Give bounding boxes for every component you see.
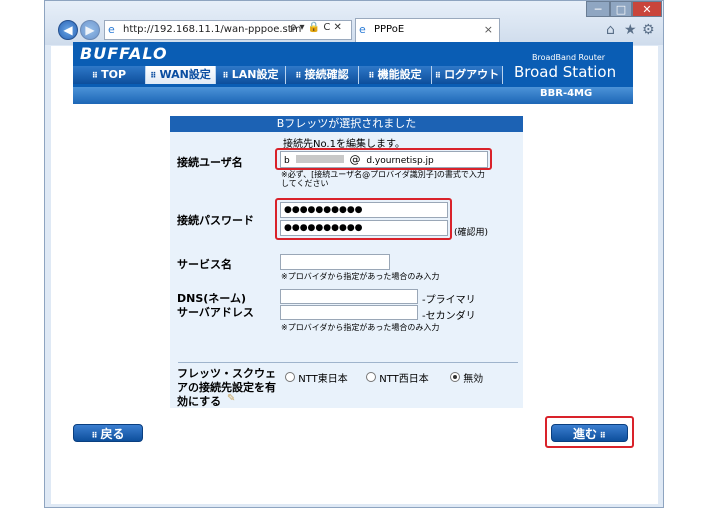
dns-note: ※プロバイダから指定があった場合のみ入力	[281, 323, 440, 332]
menu-dots-icon: ⠿	[91, 71, 99, 80]
edit-pencil-icon: ✎	[227, 393, 236, 404]
router-menu: ⠿ TOP ⠿ WAN設定 ⠿ LAN設定 ⠿ 接続確認 ⠿ 機能設定 ⠿ ログアウト	[73, 66, 503, 86]
user-note: ※必ず、[接続ユーザ名@プロバイダ識別子]の書式で入力してください	[281, 170, 485, 188]
menu-lan-label: LAN設定	[231, 68, 279, 81]
menu-top[interactable]: ⠿ TOP	[73, 66, 146, 84]
product-name: Broad Station	[514, 63, 617, 81]
menu-connection-check[interactable]: ⠿ 接続確認	[286, 66, 359, 84]
maximize-button[interactable]: □	[610, 1, 632, 17]
menu-dots-icon: ⠿	[295, 71, 302, 80]
tab-pppoe[interactable]: e PPPoE ×	[355, 18, 500, 42]
radio-east[interactable]	[285, 372, 295, 382]
favorites-star-icon[interactable]: ★	[624, 22, 637, 38]
service-label: サービス名	[177, 258, 232, 271]
next-highlight-box	[545, 416, 634, 448]
model-name: BBR-4MG	[540, 88, 593, 99]
password-confirm-note: (確認用)	[454, 228, 489, 238]
menu-lan[interactable]: ⠿ LAN設定	[216, 66, 286, 84]
form-title: Bフレッツが選択されました	[170, 116, 523, 132]
menu-top-label: TOP	[101, 68, 127, 81]
dns-label-line2: サーバアドレス	[177, 306, 254, 319]
menu-function-settings[interactable]: ⠿ 機能設定	[359, 66, 432, 84]
home-icon[interactable]: ⌂	[606, 22, 615, 38]
menu-dots-icon: ⠿	[150, 71, 157, 80]
menu-logout-label: ログアウト	[444, 68, 500, 81]
radio-west[interactable]	[366, 372, 376, 382]
back-button-dots-icon: ⠿	[91, 431, 101, 440]
form-divider	[178, 362, 518, 363]
menu-dots-icon: ⠿	[368, 71, 375, 80]
dns-secondary-note: -セカンダリ	[422, 311, 476, 322]
address-tools[interactable]: ρ ▾ 🔒 C ✕	[290, 22, 342, 33]
flets-option-east[interactable]: NTT東日本	[285, 370, 348, 385]
ie-tab-icon: e	[359, 23, 366, 36]
password-highlight-box	[275, 198, 452, 240]
address-url: http://192.168.11.1/wan-pppoe.stm	[123, 24, 302, 35]
password-label: 接続パスワード	[177, 214, 254, 227]
back-button[interactable]: ⠿ 戻る	[73, 424, 143, 442]
tab-title: PPPoE	[374, 24, 405, 35]
menu-dots-icon: ⠿	[222, 71, 229, 80]
flets-option-west[interactable]: NTT西日本	[366, 370, 429, 385]
buffalo-logo: BUFFALO	[80, 44, 168, 63]
dns-primary-note: -プライマリ	[422, 295, 476, 306]
tab-close-icon[interactable]: ×	[484, 19, 493, 41]
dns-secondary-input[interactable]	[280, 305, 418, 320]
gear-icon[interactable]: ⚙	[642, 22, 655, 38]
forward-nav-icon[interactable]: ▶	[80, 20, 100, 40]
user-highlight-box	[275, 148, 492, 170]
menu-wan[interactable]: ⠿ WAN設定	[146, 66, 216, 84]
back-button-label: 戻る	[100, 427, 125, 441]
menu-function-settings-label: 機能設定	[377, 68, 422, 81]
dns-primary-input[interactable]	[280, 289, 418, 304]
back-nav-icon[interactable]: ◀	[58, 20, 78, 40]
ie-icon: e	[108, 23, 115, 36]
minimize-button[interactable]: ─	[586, 1, 610, 17]
flets-option-disabled-label: 無効	[463, 374, 484, 385]
close-button[interactable]: ✕	[632, 1, 662, 17]
menu-logout[interactable]: ⠿ ログアウト	[432, 66, 503, 84]
flets-option-disabled[interactable]: 無効	[450, 370, 483, 385]
menu-dots-icon: ⠿	[434, 71, 442, 80]
menu-wan-label: WAN設定	[159, 68, 211, 81]
menu-connection-check-label: 接続確認	[304, 68, 349, 81]
product-subtitle: BroadBand Router	[532, 53, 606, 62]
service-note: ※プロバイダから指定があった場合のみ入力	[281, 272, 440, 281]
flets-option-east-label: NTT東日本	[298, 374, 348, 385]
flets-option-west-label: NTT西日本	[379, 374, 429, 385]
service-input[interactable]	[280, 254, 390, 270]
user-label: 接続ユーザ名	[177, 156, 243, 169]
radio-disabled[interactable]	[450, 372, 460, 382]
